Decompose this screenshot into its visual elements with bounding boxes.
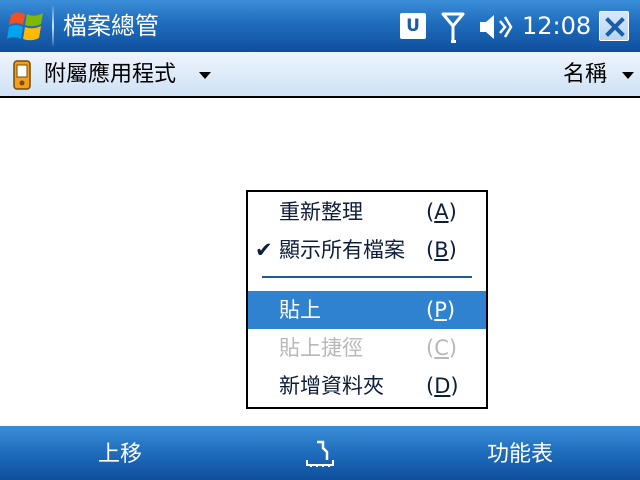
- folder-bar: 附屬應用程式 名稱: [0, 52, 640, 98]
- menu-item-accelerator: (P): [426, 298, 456, 322]
- title-separator: [52, 6, 54, 46]
- title-bar: 檔案總管 U 12:08: [0, 0, 640, 52]
- menu-item-label: 重新整理: [279, 200, 363, 224]
- context-menu: 重新整理 (A) ✔ 顯示所有檔案 (B) 貼上 (P) 貼上捷徑 (C) 新增…: [246, 190, 488, 409]
- softkey-bar: 上移 功能表: [0, 426, 640, 480]
- windows-flag-icon: [7, 12, 43, 41]
- menu-item-accelerator: (C): [426, 336, 458, 360]
- app-title: 檔案總管: [63, 12, 159, 40]
- start-button[interactable]: [0, 0, 52, 52]
- menu-item-paste-shortcut: 貼上捷徑 (C): [248, 329, 486, 367]
- clock[interactable]: 12:08: [522, 11, 591, 41]
- close-button[interactable]: [599, 11, 629, 41]
- menu-item-new-folder[interactable]: 新增資料夾 (D): [248, 367, 486, 405]
- menu-item-label: 貼上捷徑: [279, 336, 363, 360]
- menu-separator: [262, 276, 472, 278]
- menu-item-show-all-files[interactable]: ✔ 顯示所有檔案 (B): [248, 231, 486, 269]
- connectivity-badge[interactable]: U: [400, 13, 426, 39]
- menu-item-label: 顯示所有檔案: [279, 238, 405, 262]
- pda-device-icon: [13, 60, 31, 90]
- menu-item-label: 貼上: [279, 298, 321, 322]
- close-icon: [605, 17, 625, 37]
- sort-dropdown-arrow-icon[interactable]: [622, 72, 634, 79]
- folder-dropdown-label[interactable]: 附屬應用程式: [44, 61, 176, 89]
- softkey-up-button[interactable]: 上移: [0, 426, 240, 480]
- menu-item-accelerator: (D): [426, 374, 459, 398]
- softkey-menu-button[interactable]: 功能表: [400, 426, 640, 480]
- screen: 檔案總管 U 12:08 附屬應用程式 名稱 重新整理 (A) ✔ 顯示所有檔案…: [0, 0, 640, 480]
- menu-item-paste[interactable]: 貼上 (P): [248, 291, 486, 329]
- menu-item-accelerator: (B): [426, 238, 457, 262]
- folder-dropdown-arrow-icon[interactable]: [199, 72, 211, 79]
- menu-item-refresh[interactable]: 重新整理 (A): [248, 193, 486, 231]
- speaker-icon[interactable]: [478, 12, 514, 42]
- antenna-signal-icon[interactable]: [440, 10, 466, 44]
- menu-item-accelerator: (A): [426, 200, 457, 224]
- menu-item-label: 新增資料夾: [279, 374, 384, 398]
- sort-dropdown-label[interactable]: 名稱: [563, 61, 607, 89]
- input-panel-icon[interactable]: [303, 438, 337, 470]
- checkmark-icon: ✔: [255, 238, 273, 262]
